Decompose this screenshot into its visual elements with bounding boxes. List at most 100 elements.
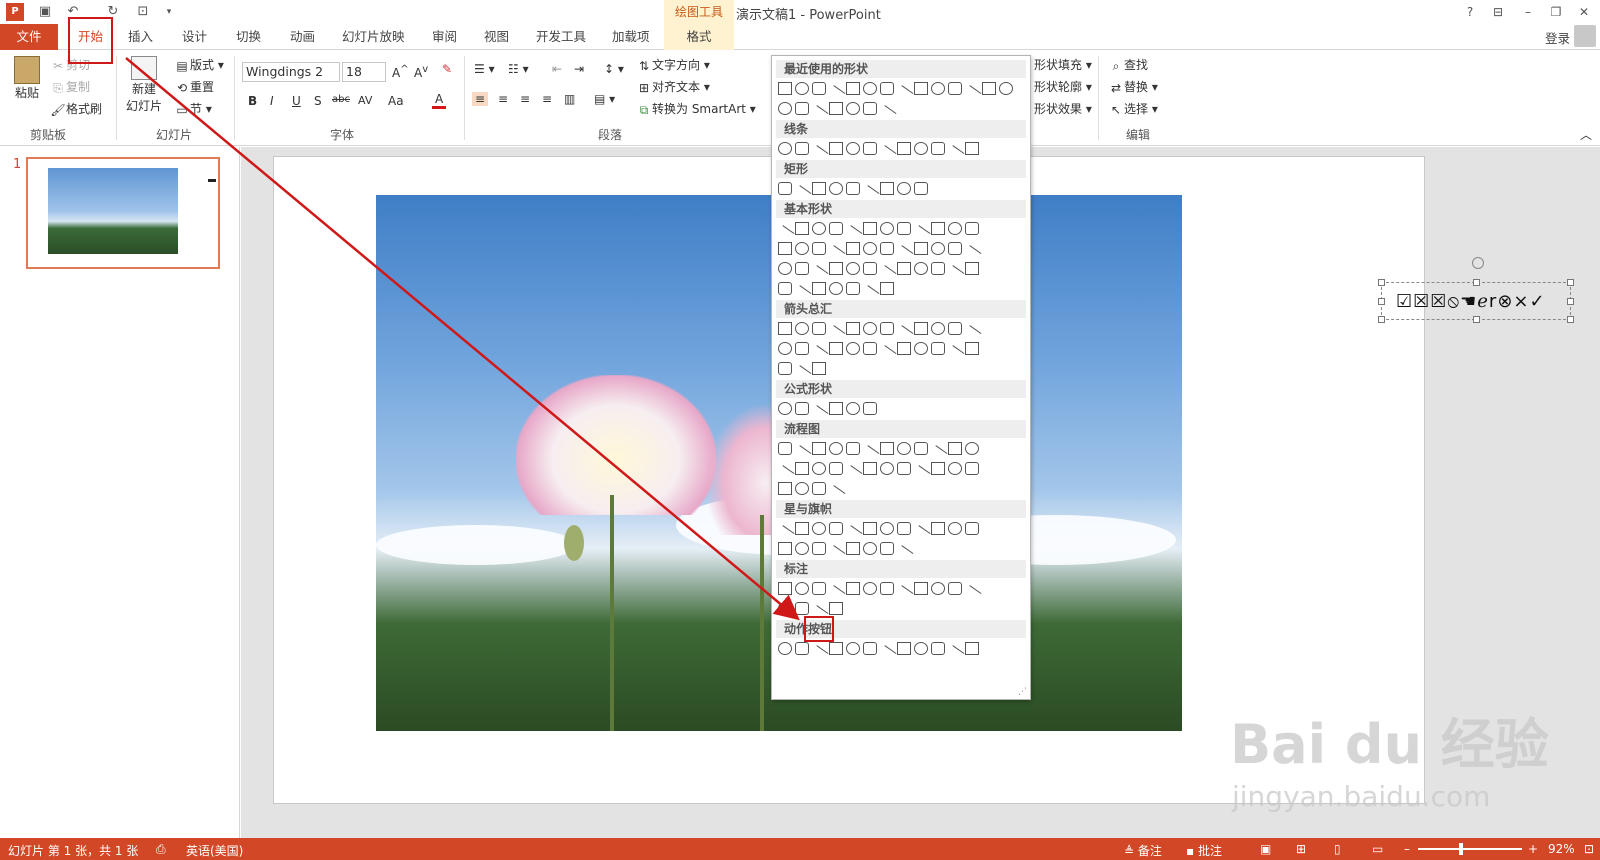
numbering-icon[interactable]: ☷ ▾ [508, 62, 529, 76]
shape-option[interactable] [829, 462, 843, 475]
shape-option[interactable] [846, 242, 860, 255]
shape-option[interactable] [965, 142, 979, 155]
restore-button[interactable]: ❐ [1546, 3, 1566, 21]
shape-option[interactable] [880, 282, 894, 295]
shape-option[interactable] [812, 322, 826, 335]
shape-option[interactable] [965, 522, 979, 535]
shape-option[interactable] [880, 542, 894, 555]
shape-option[interactable] [778, 402, 792, 415]
tab-developer[interactable]: 开发工具 [532, 24, 590, 50]
shape-option[interactable] [914, 322, 928, 335]
shape-option[interactable] [948, 222, 962, 235]
shape-option[interactable] [829, 522, 843, 535]
shape-option[interactable] [914, 262, 928, 275]
slide-thumbnail[interactable] [26, 157, 220, 269]
notes-button[interactable]: ≜ 备注 [1124, 842, 1162, 859]
shape-option[interactable] [829, 402, 843, 415]
shape-option[interactable] [931, 582, 945, 595]
shape-option[interactable] [914, 582, 928, 595]
shape-option[interactable] [948, 462, 962, 475]
zoom-in-button[interactable]: + [1528, 842, 1538, 856]
resize-handle[interactable] [1567, 316, 1574, 323]
shape-option[interactable] [829, 442, 843, 455]
shape-option[interactable] [778, 102, 792, 115]
zoom-out-button[interactable]: – [1404, 842, 1410, 856]
symbol-textbox[interactable]: ☑☒☒⦸☚ℯr⊗×✓ [1378, 257, 1574, 323]
ribbon-display-icon[interactable]: ⊟ [1488, 3, 1508, 21]
present-icon[interactable]: ⊡ [134, 3, 152, 21]
shape-option[interactable] [965, 342, 979, 355]
shape-option[interactable] [914, 442, 928, 455]
resize-grip-icon[interactable]: ⋰ [1018, 687, 1027, 697]
shape-option[interactable] [948, 322, 962, 335]
zoom-slider-thumb[interactable] [1459, 843, 1463, 855]
shape-option[interactable] [829, 342, 843, 355]
shape-option[interactable] [812, 462, 826, 475]
shape-option[interactable] [880, 82, 894, 95]
shape-option[interactable] [778, 242, 792, 255]
shape-option[interactable] [931, 322, 945, 335]
shape-option[interactable] [812, 282, 826, 295]
shape-option[interactable] [914, 182, 928, 195]
underline-button[interactable]: U [292, 94, 301, 108]
tab-format[interactable]: 格式 [664, 24, 734, 50]
resize-handle[interactable] [1378, 279, 1385, 286]
resize-handle[interactable] [1378, 316, 1385, 323]
language-indicator[interactable]: 英语(美国) [186, 842, 243, 859]
help-button[interactable]: ? [1460, 3, 1480, 21]
minimize-button[interactable]: – [1518, 3, 1538, 21]
shape-option[interactable] [914, 242, 928, 255]
shape-option[interactable] [863, 102, 877, 115]
shape-option[interactable] [999, 82, 1013, 95]
zoom-slider[interactable] [1418, 848, 1522, 850]
shape-option[interactable] [965, 442, 979, 455]
layout-button[interactable]: ▤ 版式 ▾ [174, 56, 224, 74]
shape-option[interactable] [846, 402, 860, 415]
shape-option[interactable] [846, 282, 860, 295]
resize-handle[interactable] [1567, 298, 1574, 305]
shape-option[interactable] [795, 602, 809, 615]
shape-option[interactable] [965, 462, 979, 475]
tab-insert[interactable]: 插入 [124, 24, 157, 50]
slide-sorter-icon[interactable]: ⊞ [1296, 842, 1306, 856]
shape-option[interactable] [812, 482, 826, 495]
shape-outline-button[interactable]: 形状轮廓 ▾ [1034, 78, 1092, 95]
shape-option[interactable] [880, 442, 894, 455]
font-name-select[interactable]: Wingdings 2 [242, 62, 340, 82]
shape-option[interactable] [863, 582, 877, 595]
increase-indent-icon[interactable]: ⇥ [574, 62, 584, 76]
shape-option[interactable] [846, 582, 860, 595]
shape-option[interactable] [897, 142, 911, 155]
shape-option[interactable] [829, 182, 843, 195]
shape-option[interactable] [982, 82, 996, 95]
replace-button[interactable]: ⇄ 替换 ▾ [1108, 78, 1158, 96]
shape-option[interactable] [931, 642, 945, 655]
shape-option[interactable] [795, 582, 809, 595]
shape-option[interactable] [931, 262, 945, 275]
shape-option[interactable] [931, 462, 945, 475]
shape-option[interactable] [948, 242, 962, 255]
shape-option[interactable] [829, 282, 843, 295]
shape-option[interactable] [778, 582, 792, 595]
shape-option[interactable] [897, 182, 911, 195]
shape-option[interactable] [965, 642, 979, 655]
shape-option[interactable] [778, 542, 792, 555]
align-right-icon[interactable]: ≡ [520, 92, 530, 106]
shape-option[interactable] [778, 362, 792, 375]
section-button[interactable]: ▭ 节 ▾ [174, 100, 212, 118]
shape-fill-button[interactable]: 形状填充 ▾ [1034, 56, 1092, 73]
spellcheck-icon[interactable]: ⎙ [156, 842, 166, 857]
grow-font-button[interactable]: A^ [392, 64, 409, 80]
tab-animations[interactable]: 动画 [286, 24, 319, 50]
avatar[interactable] [1574, 25, 1596, 47]
shape-option[interactable] [795, 142, 809, 155]
align-left-icon[interactable]: ≡ [472, 92, 489, 106]
shape-option[interactable] [948, 82, 962, 95]
shape-option[interactable] [897, 442, 911, 455]
find-button[interactable]: ⌕ 查找 [1108, 56, 1148, 74]
shape-option[interactable] [812, 182, 826, 195]
smartart-button[interactable]: ⧉ 转换为 SmartArt ▾ [636, 100, 756, 118]
shape-option[interactable] [897, 642, 911, 655]
rotate-handle-icon[interactable] [1472, 257, 1484, 269]
shape-option[interactable] [829, 602, 843, 615]
